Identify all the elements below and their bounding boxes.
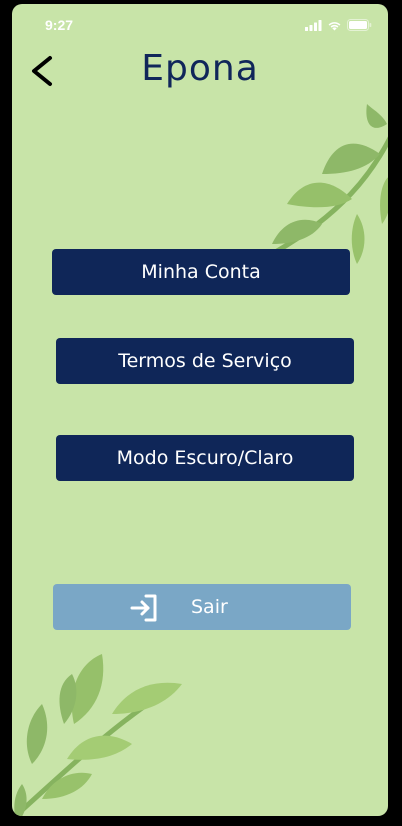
battery-icon bbox=[347, 19, 372, 31]
terms-of-service-label: Termos de Serviço bbox=[118, 350, 292, 372]
sign-in-icon bbox=[130, 594, 157, 622]
leaf-decoration-top bbox=[270, 104, 388, 264]
status-time: 9:27 bbox=[45, 17, 74, 33]
leaf-decoration-bottom bbox=[12, 654, 182, 816]
app-screen: 9:27 Epona Minha Conta Termos de Serviço bbox=[12, 4, 388, 816]
status-icons bbox=[305, 19, 372, 31]
my-account-button[interactable]: Minha Conta bbox=[52, 249, 350, 295]
wifi-icon bbox=[328, 21, 341, 30]
terms-of-service-button[interactable]: Termos de Serviço bbox=[56, 338, 354, 384]
dark-light-mode-label: Modo Escuro/Claro bbox=[116, 447, 294, 469]
my-account-label: Minha Conta bbox=[141, 261, 261, 283]
page-title: Epona bbox=[141, 48, 259, 89]
dark-light-mode-button[interactable]: Modo Escuro/Claro bbox=[56, 435, 354, 481]
signal-icon bbox=[305, 19, 322, 31]
logout-button[interactable]: Sair bbox=[53, 584, 351, 630]
logout-label: Sair bbox=[191, 596, 228, 618]
